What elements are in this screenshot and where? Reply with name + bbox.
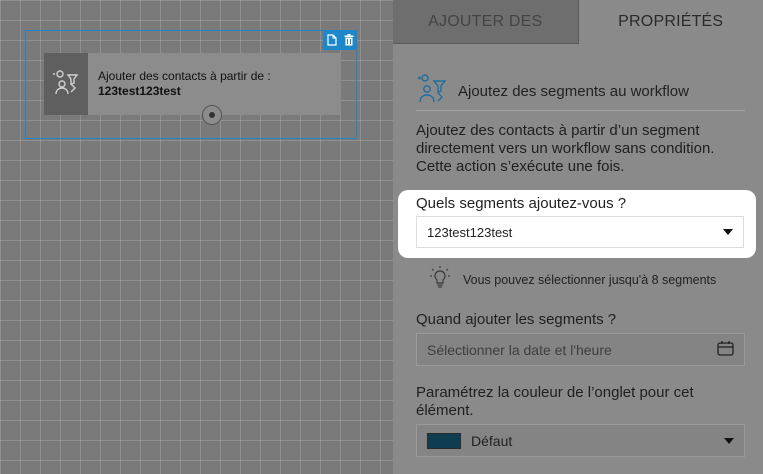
segment-hint: Vous pouvez sélectionner jusqu'à 8 segme… (429, 265, 716, 294)
tab-add[interactable]: AJOUTER DES (393, 0, 579, 44)
node-text: Ajouter des contacts à partir de : 123te… (88, 53, 271, 115)
workflow-segment-icon (416, 73, 448, 110)
add-segment-node[interactable]: Ajouter des contacts à partir de : 123te… (44, 53, 341, 115)
tab-color-label: Paramétrez la couleur de l’onglet pour c… (416, 384, 694, 419)
segment-hint-text: Vous pouvez sélectionner jusqu'à 8 segme… (463, 272, 717, 287)
copy-icon[interactable] (326, 33, 338, 47)
workflow-canvas[interactable]: Ajouter des contacts à partir de : 123te… (0, 0, 393, 474)
section-description: Ajoutez des contacts à partir d’un segme… (416, 122, 715, 175)
calendar-icon[interactable] (717, 340, 734, 359)
node-toolbar (323, 30, 357, 50)
trash-icon[interactable] (343, 33, 355, 47)
tab-properties[interactable]: PROPRIÉTÉS (578, 0, 763, 44)
workflow-node-selected[interactable]: Ajouter des contacts à partir de : 123te… (25, 30, 357, 139)
schedule-label: Quand ajouter les segments ? (416, 311, 617, 328)
segment-select[interactable]: 123test123test (416, 216, 744, 248)
schedule-datetime-input[interactable]: Sélectionner la date et l'heure (416, 333, 745, 366)
segment-select-group: Quels segments ajoutez-vous ? 123test123… (398, 190, 756, 258)
section-title: Ajoutez des segments au workflow (458, 82, 689, 100)
segment-add-icon (52, 68, 80, 101)
chevron-down-icon[interactable] (723, 229, 733, 235)
chevron-down-icon[interactable] (724, 437, 734, 444)
segment-select-value: 123test123test (427, 224, 513, 240)
schedule-placeholder: Sélectionner la date et l'heure (427, 341, 612, 358)
lightbulb-icon (429, 265, 451, 294)
node-segment-name: 123test123test (98, 84, 181, 98)
tab-color-select[interactable]: Défaut (416, 424, 745, 457)
node-line1: Ajouter des contacts à partir de : (98, 69, 271, 83)
properties-panel: AJOUTER DES PROPRIÉTÉS Ajoutez des segme… (393, 0, 763, 474)
node-output-port[interactable] (202, 105, 222, 125)
panel-tabs: AJOUTER DES PROPRIÉTÉS (393, 0, 763, 44)
tab-color-value: Défaut (471, 432, 513, 449)
segment-select-label: Quels segments ajoutez-vous ? (416, 195, 627, 212)
section-header: Ajoutez des segments au workflow (416, 72, 745, 111)
color-swatch (427, 432, 461, 449)
node-icon-box (44, 53, 88, 115)
